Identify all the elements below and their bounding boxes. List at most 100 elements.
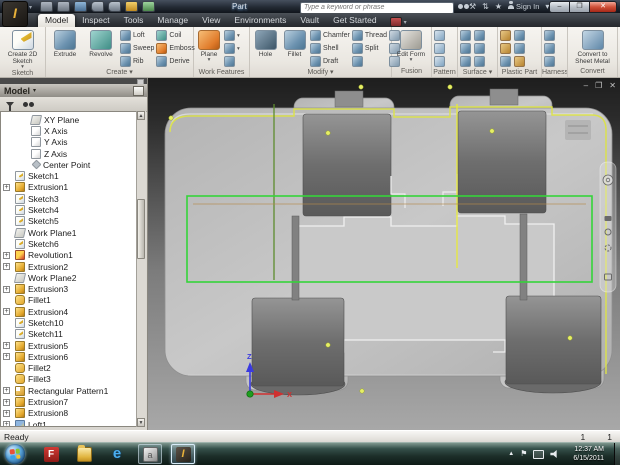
plastic-icon[interactable] xyxy=(514,56,525,67)
browser-header[interactable]: Model ▾ xyxy=(0,84,147,97)
surface-icon[interactable] xyxy=(474,43,485,54)
app-menu-caret-icon[interactable]: ▾ xyxy=(29,4,32,11)
tree-item[interactable]: + XY Plane xyxy=(1,114,137,125)
tree-item[interactable]: + Extrusion6 xyxy=(1,351,137,362)
qat-icon[interactable] xyxy=(74,1,87,12)
taskbar-app-button[interactable] xyxy=(72,444,96,464)
small-button[interactable]: Derive xyxy=(156,55,194,68)
help-search-box[interactable] xyxy=(300,1,454,14)
create-2d-sketch-button[interactable]: Create 2D Sketch ▾ xyxy=(2,29,43,70)
expand-icon[interactable]: + xyxy=(3,353,10,361)
tree-item[interactable]: + Fillet3 xyxy=(1,374,137,385)
tree-item[interactable]: + Extrusion7 xyxy=(1,396,137,408)
surface-icon[interactable] xyxy=(474,56,485,67)
expand-icon[interactable]: + xyxy=(3,398,10,406)
plastic-icon[interactable] xyxy=(500,56,511,67)
tree-item[interactable]: + Extrusion8 xyxy=(1,408,137,419)
harness-icon[interactable] xyxy=(544,56,555,67)
edit-form-button[interactable]: Edit Form ▾ xyxy=(394,29,428,67)
tree-item[interactable]: + Extrusion4 xyxy=(1,306,137,317)
surface-icon[interactable] xyxy=(474,30,485,41)
tree-item[interactable]: + Y Axis xyxy=(1,137,137,148)
tree-item[interactable]: + Sketch4 xyxy=(1,204,137,216)
start-button[interactable] xyxy=(5,444,25,464)
pattern-icon[interactable] xyxy=(434,30,445,41)
expand-icon[interactable]: + xyxy=(3,387,10,395)
navigation-bar[interactable] xyxy=(599,161,617,293)
doc-restore-icon[interactable]: ❐ xyxy=(595,81,602,90)
harness-icon[interactable] xyxy=(544,43,555,54)
tree-item[interactable]: + Extrusion5 xyxy=(1,340,137,351)
tree-item[interactable]: + Center Point xyxy=(1,159,137,170)
volume-icon[interactable] xyxy=(550,450,557,458)
big-button[interactable]: Fillet xyxy=(281,29,308,68)
maximize-button[interactable]: ❐ xyxy=(569,1,589,13)
shaft-left[interactable] xyxy=(291,215,300,301)
ribbon-tab[interactable]: View xyxy=(195,14,227,27)
scroll-down-icon[interactable]: ▼ xyxy=(137,418,145,427)
taskbar-app-button[interactable]: a xyxy=(138,444,162,464)
small-button[interactable]: Loft xyxy=(120,29,154,42)
tree-item[interactable]: + Sketch10 xyxy=(1,317,137,328)
tree-item[interactable]: + Work Plane1 xyxy=(1,227,137,238)
qat-icon[interactable] xyxy=(57,1,70,12)
ribbon-tab[interactable]: Get Started xyxy=(326,14,383,27)
tree-item[interactable]: + Sketch11 xyxy=(1,329,137,340)
tree-item[interactable]: + Rectangular Pattern1 xyxy=(1,385,137,396)
small-button[interactable]: Split xyxy=(351,42,387,55)
tree-item[interactable]: + Sketch6 xyxy=(1,238,137,249)
taskbar-app-button[interactable]: F xyxy=(39,444,63,464)
tree-item[interactable]: + Loft1 xyxy=(1,419,137,426)
scroll-up-icon[interactable]: ▲ xyxy=(137,111,145,120)
tree-item[interactable]: + Extrusion3 xyxy=(1,283,137,295)
taskbar-app-button[interactable]: I xyxy=(171,444,195,464)
action-center-flag-icon[interactable]: ⚑ xyxy=(520,449,527,459)
small-button[interactable]: Chamfer xyxy=(310,29,350,42)
small-button[interactable] xyxy=(351,55,387,68)
big-button[interactable]: Hole xyxy=(252,29,279,68)
doc-minimize-icon[interactable]: – xyxy=(584,81,588,90)
small-button[interactable]: ▾ xyxy=(224,29,240,42)
small-button[interactable]: ▾ xyxy=(224,55,240,68)
qat-icon[interactable] xyxy=(108,1,121,12)
exchange-icon[interactable]: ⇅ xyxy=(482,1,489,12)
sign-in-button[interactable]: Sign In xyxy=(508,0,539,11)
surface-icon[interactable] xyxy=(460,43,471,54)
expand-icon[interactable]: + xyxy=(3,263,10,270)
express-mode-icon[interactable] xyxy=(389,17,402,27)
tree-item[interactable]: + Z Axis xyxy=(1,148,137,159)
expand-icon[interactable]: + xyxy=(3,421,10,426)
plastic-icon[interactable] xyxy=(514,30,525,41)
graphics-viewport[interactable]: – ❐ ✕ Z X xyxy=(148,78,620,430)
surface-icon[interactable] xyxy=(460,30,471,41)
taskbar-app-button[interactable]: e xyxy=(105,444,129,464)
convert-sheet-metal-button[interactable]: Convert to Sheet Metal xyxy=(570,29,615,67)
network-icon[interactable] xyxy=(533,449,545,459)
tree-scrollbar[interactable]: ▲ ▼ xyxy=(136,111,146,427)
expand-icon[interactable]: + xyxy=(3,342,10,350)
plastic-icon[interactable] xyxy=(500,30,511,41)
small-button[interactable]: ▾ xyxy=(224,42,240,55)
tree-item[interactable]: + Work Plane2 xyxy=(1,272,137,283)
small-button[interactable]: Thread xyxy=(351,29,387,42)
ribbon-tab[interactable]: Manage xyxy=(150,14,195,27)
small-button[interactable]: Sweep xyxy=(120,42,154,55)
expand-icon[interactable]: + xyxy=(3,251,10,259)
ribbon-tab[interactable]: Environments xyxy=(227,14,293,27)
ribbon-tab[interactable]: Model xyxy=(38,14,76,27)
expand-icon[interactable]: + xyxy=(3,183,10,191)
wrench-icon[interactable]: ⚒ xyxy=(469,1,476,12)
qat-icon[interactable] xyxy=(142,1,155,12)
show-desktop-button[interactable] xyxy=(614,442,620,465)
tree-item[interactable]: + Revolution1 xyxy=(1,250,137,261)
minimize-button[interactable]: – xyxy=(549,1,569,13)
tree-item[interactable]: + X Axis xyxy=(1,125,137,136)
expand-icon[interactable]: + xyxy=(3,285,10,293)
small-button[interactable]: Coil xyxy=(156,29,194,42)
tree-item[interactable]: + Sketch5 xyxy=(1,216,137,227)
qat-icon[interactable] xyxy=(125,1,138,12)
plane-button[interactable]: Plane ▾ xyxy=(196,29,222,68)
ribbon-tab[interactable]: Inspect xyxy=(75,14,116,27)
small-button[interactable]: Draft xyxy=(310,55,350,68)
tree-item[interactable]: + Extrusion2 xyxy=(1,261,137,272)
